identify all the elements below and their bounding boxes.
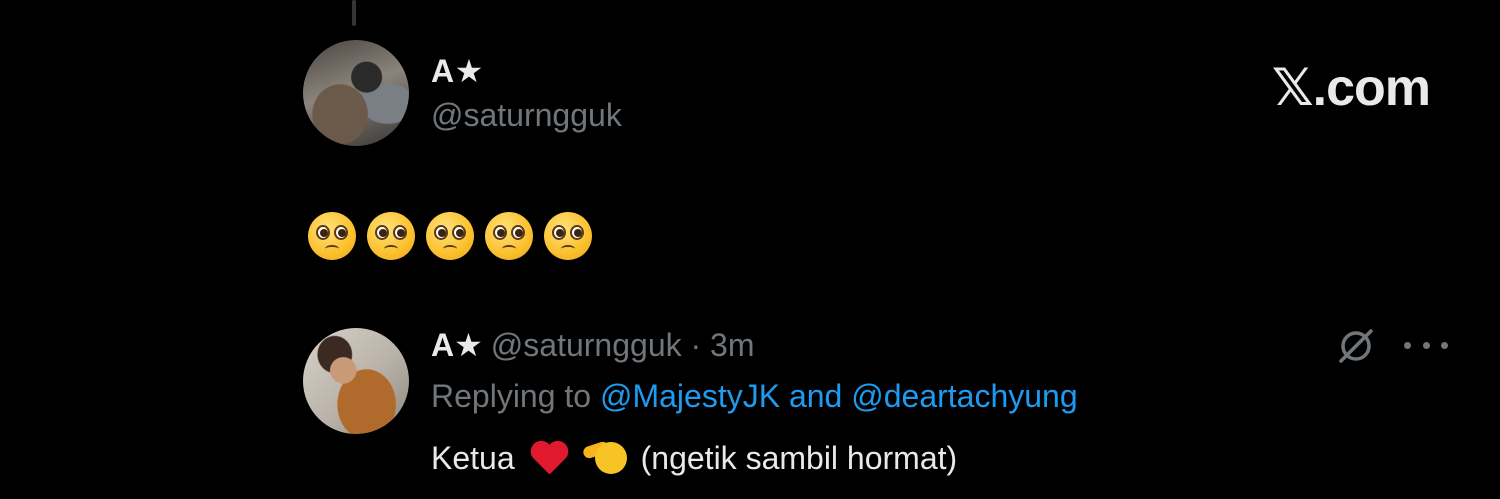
display-name[interactable]: A★ [431, 52, 484, 90]
reply-text-end: (ngetik sambil hormat) [640, 439, 958, 476]
reply-text-start: Ketua [431, 439, 515, 476]
reply-body: Ketua (ngetik sambil hormat) [431, 438, 957, 478]
replying-to-users-link[interactable]: @MajestyJK and @deartachyung [600, 378, 1078, 414]
avatar[interactable] [303, 40, 409, 146]
more-options-icon[interactable] [1404, 330, 1448, 360]
thread-connector-line [352, 0, 356, 26]
pleading-face-icon [544, 212, 592, 260]
saluting-face-icon [581, 438, 627, 478]
reply-handle-time[interactable]: @saturngguk · 3m [491, 327, 755, 363]
x-com-watermark: 𝕏.com [1271, 59, 1431, 117]
tweet-body-emoji [308, 212, 592, 262]
reply-display-name[interactable]: A★ [431, 327, 483, 363]
pleading-face-icon [426, 212, 474, 260]
screenshot-canvas: A★ @saturngguk 𝕏.com A★ @saturngguk · 3m … [0, 0, 1500, 499]
block-icon[interactable] [1333, 322, 1379, 368]
reply-header: A★ @saturngguk · 3m [431, 326, 755, 364]
pleading-face-icon [308, 212, 356, 260]
pleading-face-icon [485, 212, 533, 260]
username-handle[interactable]: @saturngguk [431, 97, 622, 134]
replying-to-line: Replying to @MajestyJK and @deartachyung [431, 378, 1078, 415]
red-heart-icon [529, 440, 569, 476]
reply-avatar[interactable] [303, 328, 409, 434]
pleading-face-icon [367, 212, 415, 260]
replying-to-label: Replying to [431, 378, 592, 414]
